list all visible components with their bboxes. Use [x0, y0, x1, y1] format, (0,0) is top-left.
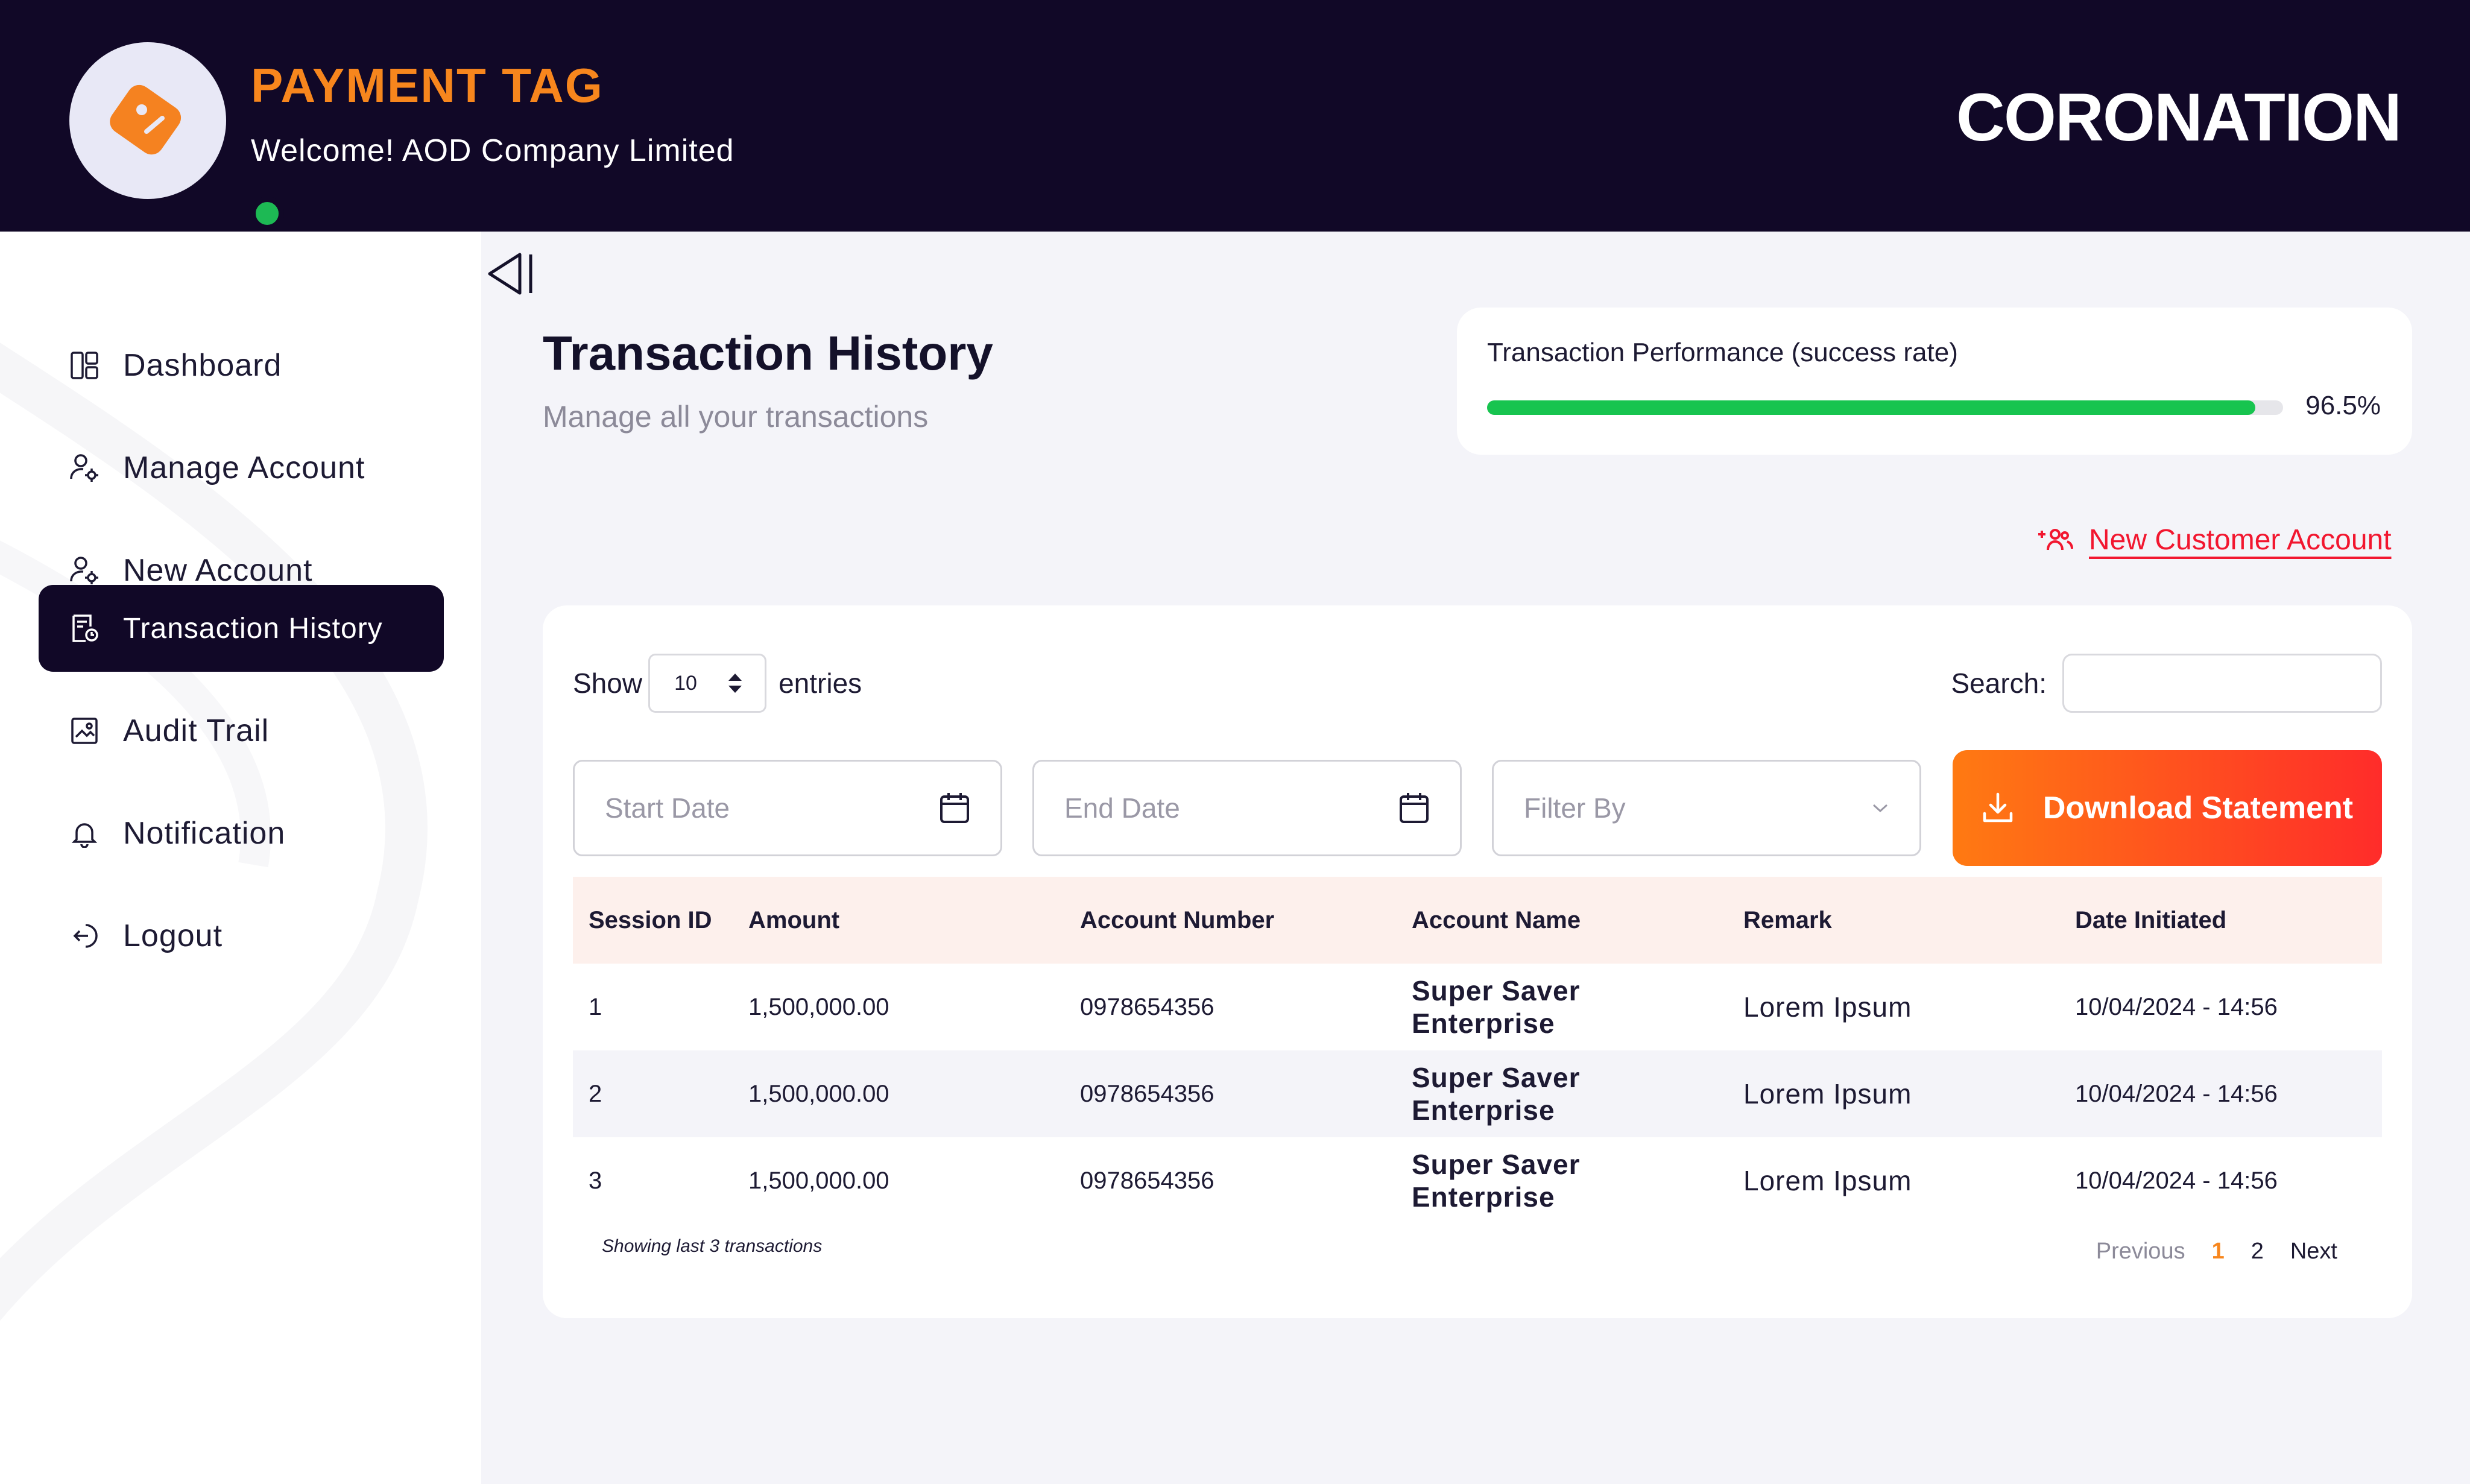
- search-label: Search:: [1951, 668, 2047, 699]
- bell-icon: [68, 816, 101, 850]
- audit-image-icon: [68, 714, 101, 748]
- cell-account-name: Super Saver Enterprise: [1412, 1149, 1581, 1213]
- app-title: PAYMENT TAG: [251, 58, 604, 112]
- table-header-row: Session ID Amount Account Number Account…: [573, 877, 2382, 964]
- cell-amount: 1,500,000.00: [748, 1167, 889, 1194]
- filter-by-select[interactable]: Filter By: [1492, 760, 1921, 856]
- show-label: Show: [573, 668, 643, 699]
- table-row[interactable]: 3 1,500,000.00 0978654356 Super Saver En…: [573, 1137, 2382, 1224]
- performance-progress-fill: [1487, 400, 2255, 415]
- cell-remark: Lorem Ipsum: [1743, 1078, 1912, 1110]
- cell-account-number: 0978654356: [1080, 993, 1214, 1020]
- cell-amount: 1,500,000.00: [748, 1080, 889, 1107]
- sidebar-item-label: Transaction History: [123, 612, 383, 645]
- filter-by-placeholder: Filter By: [1524, 792, 1626, 824]
- cell-amount: 1,500,000.00: [748, 993, 889, 1020]
- performance-card: Transaction Performance (success rate) 9…: [1457, 308, 2412, 455]
- sidebar-item-label: Dashboard: [123, 348, 282, 383]
- calendar-icon[interactable]: [939, 792, 970, 824]
- performance-value: 96.5%: [2305, 391, 2381, 420]
- sidebar-item-label: Manage Account: [123, 450, 365, 485]
- table-row[interactable]: 1 1,500,000.00 0978654356 Super Saver En…: [573, 964, 2382, 1050]
- receipt-clock-icon: [68, 611, 101, 645]
- price-tag-icon: [110, 84, 182, 155]
- dashboard-icon: [68, 349, 101, 382]
- sidebar-item-transaction-history[interactable]: Transaction History: [39, 585, 444, 672]
- download-statement-button[interactable]: Download Statement: [1953, 750, 2382, 866]
- cell-session-id: 2: [589, 1080, 602, 1107]
- entries-select[interactable]: 10: [648, 654, 767, 713]
- sidebar-item-notification[interactable]: Notification: [39, 790, 444, 877]
- end-date-placeholder: End Date: [1064, 792, 1180, 824]
- cell-account-number: 0978654356: [1080, 1080, 1214, 1107]
- start-date-field[interactable]: Start Date: [573, 760, 1002, 856]
- cell-account-name: Super Saver Enterprise: [1412, 1062, 1581, 1126]
- brand-logo: CORONATION: [1956, 80, 2402, 155]
- collapse-left-icon: [488, 253, 532, 295]
- cell-remark: Lorem Ipsum: [1743, 991, 1912, 1023]
- sidebar: Dashboard Manage Account New Account Tra…: [0, 232, 481, 1484]
- search-control: Search:: [1951, 654, 2382, 713]
- user-settings-icon: [68, 451, 101, 485]
- app-logo: [69, 42, 284, 230]
- pagination: Previous 1 2 Next: [2096, 1239, 2337, 1265]
- transactions-table: Session ID Amount Account Number Account…: [573, 877, 2382, 1224]
- performance-progress-bar: [1487, 400, 2283, 415]
- cell-session-id: 1: [589, 993, 602, 1020]
- page-title: Transaction History: [543, 326, 993, 380]
- pagination-page-2[interactable]: 2: [2251, 1239, 2264, 1265]
- sidebar-item-label: Notification: [123, 816, 286, 851]
- cell-account-number: 0978654356: [1080, 1167, 1214, 1194]
- page-subtitle: Manage all your transactions: [543, 400, 929, 434]
- sidebar-item-dashboard[interactable]: Dashboard: [39, 322, 444, 409]
- table-footer-note: Showing last 3 transactions: [602, 1236, 823, 1256]
- cell-remark: Lorem Ipsum: [1743, 1165, 1912, 1196]
- cell-date-initiated: 10/04/2024 - 14:56: [2075, 1167, 2278, 1194]
- sidebar-item-audit-trail[interactable]: Audit Trail: [39, 687, 444, 774]
- sidebar-item-label: Logout: [123, 918, 223, 953]
- cell-session-id: 3: [589, 1167, 602, 1194]
- cell-date-initiated: 10/04/2024 - 14:56: [2075, 993, 2278, 1020]
- entries-label: entries: [779, 668, 862, 699]
- column-header-amount[interactable]: Amount: [733, 907, 1064, 934]
- pagination-page-1[interactable]: 1: [2212, 1239, 2225, 1265]
- chevron-down-icon: [1872, 804, 1888, 813]
- sidebar-item-label: New Account: [123, 553, 313, 588]
- cell-account-name: Super Saver Enterprise: [1412, 975, 1581, 1039]
- welcome-text: Welcome! AOD Company Limited: [251, 133, 734, 168]
- column-header-session-id[interactable]: Session ID: [573, 907, 733, 934]
- entries-control: Show 10 entries: [573, 654, 862, 713]
- sidebar-item-label: Audit Trail: [123, 713, 270, 748]
- download-statement-label: Download Statement: [2042, 791, 2354, 826]
- add-users-icon: [2037, 527, 2073, 554]
- new-customer-account-label: New Customer Account: [2089, 524, 2392, 556]
- sidebar-item-manage-account[interactable]: Manage Account: [39, 425, 444, 511]
- new-customer-account-link[interactable]: New Customer Account: [2037, 523, 2392, 557]
- transactions-card: Show 10 entries Search: Start Date End D…: [543, 605, 2412, 1318]
- calendar-icon[interactable]: [1398, 792, 1430, 824]
- entries-value: 10: [674, 671, 697, 695]
- column-header-account-name[interactable]: Account Name: [1396, 907, 1728, 934]
- online-status-dot: [250, 197, 284, 230]
- top-header: PAYMENT TAG Welcome! AOD Company Limited…: [0, 0, 2470, 232]
- table-row[interactable]: 2 1,500,000.00 0978654356 Super Saver En…: [573, 1050, 2382, 1137]
- column-header-remark[interactable]: Remark: [1728, 907, 2059, 934]
- start-date-placeholder: Start Date: [605, 792, 730, 824]
- user-settings-icon: [68, 554, 101, 587]
- column-header-date-initiated[interactable]: Date Initiated: [2059, 907, 2382, 934]
- end-date-field[interactable]: End Date: [1032, 760, 1462, 856]
- cell-date-initiated: 10/04/2024 - 14:56: [2075, 1080, 2278, 1107]
- logout-icon: [68, 919, 101, 953]
- sort-arrows-icon: [728, 674, 742, 693]
- performance-label: Transaction Performance (success rate): [1487, 338, 1958, 367]
- download-icon: [1982, 792, 2014, 824]
- search-input[interactable]: [2062, 654, 2382, 713]
- sidebar-item-logout[interactable]: Logout: [39, 892, 444, 979]
- pagination-previous[interactable]: Previous: [2096, 1239, 2185, 1265]
- pagination-next[interactable]: Next: [2290, 1239, 2337, 1265]
- collapse-sidebar-button[interactable]: [484, 250, 538, 298]
- column-header-account-number[interactable]: Account Number: [1064, 907, 1396, 934]
